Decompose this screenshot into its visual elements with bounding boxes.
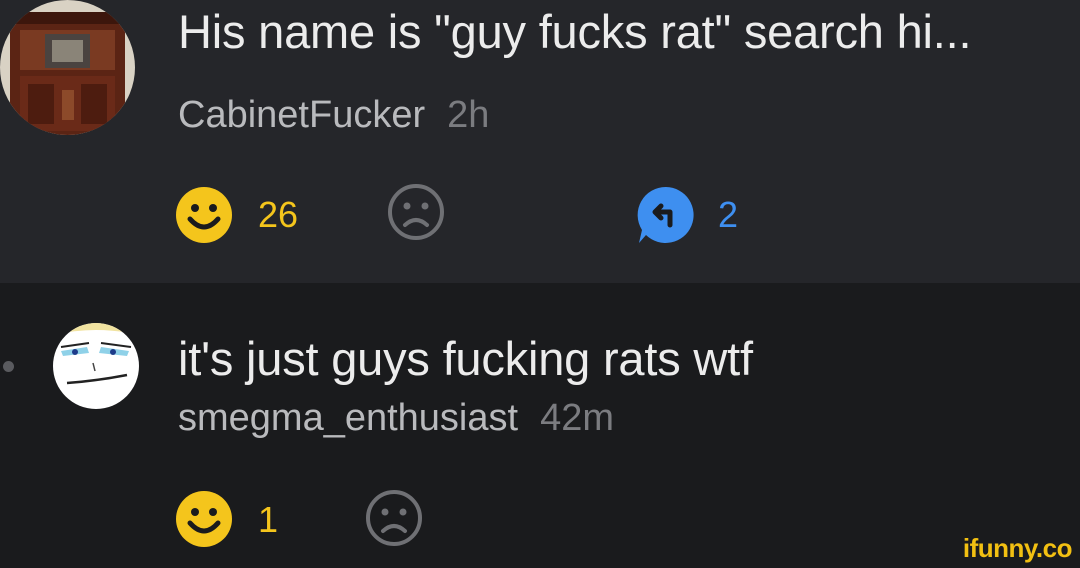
frown-icon[interactable] [364,488,424,548]
ifunny-watermark: ifunny.co [962,533,1073,563]
troll-face-avatar-image [53,323,139,409]
smile-count: 26 [258,194,299,235]
thread-bullet [3,361,14,372]
timestamp: 42m [540,397,614,439]
username[interactable]: CabinetFucker [178,94,425,136]
avatar[interactable] [0,0,135,135]
reply-icon[interactable] [636,185,696,245]
cabinet-avatar-image [0,0,135,135]
comment-2: it's just guys fucking rats wtf smegma_e… [0,283,1080,568]
avatar[interactable] [53,323,139,409]
comment-1: His name is "guy fucks rat" search hi...… [0,0,1080,283]
smile-icon[interactable] [175,490,233,548]
comment-meta: smegma_enthusiast 42m [178,397,614,440]
username[interactable]: smegma_enthusiast [178,397,518,439]
smile-icon[interactable] [175,186,233,244]
comment-meta: CabinetFucker 2h [178,94,489,137]
smile-count: 1 [258,499,279,540]
reply-count: 2 [718,194,739,235]
timestamp: 2h [447,94,490,136]
comment-text: His name is "guy fucks rat" search hi... [178,5,972,58]
comment-text: it's just guys fucking rats wtf [178,332,753,385]
frown-icon[interactable] [386,182,446,242]
